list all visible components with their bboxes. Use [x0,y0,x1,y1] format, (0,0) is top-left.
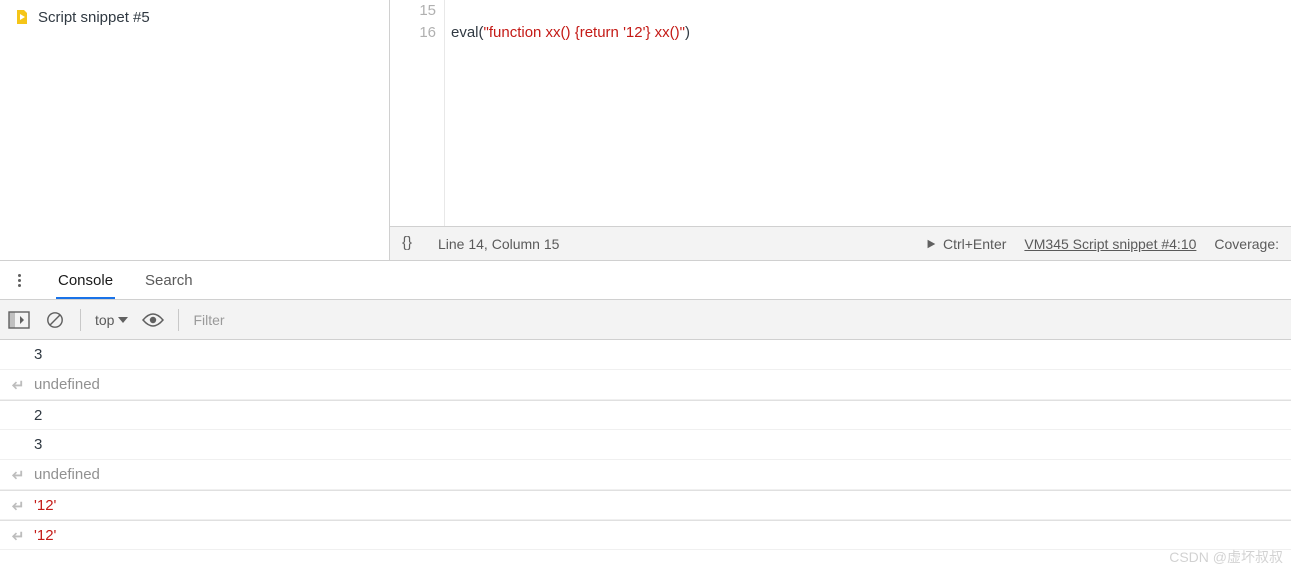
console-value: undefined [32,466,100,483]
console-row: undefined [0,370,1291,400]
show-sidebar-icon[interactable] [8,309,30,331]
console-row: 3 [0,340,1291,370]
return-arrow-icon [8,378,26,391]
watermark: CSDN @虚坏叔叔 [1169,547,1283,567]
snippet-file-icon [14,9,30,25]
drawer-tabs: Console Search [0,260,1291,300]
context-selector[interactable]: top [95,312,128,328]
console-value: '12' [32,497,56,514]
code-editor[interactable]: 1516 eval("function xx() {return '12'} x… [390,0,1291,226]
snippet-file-item[interactable]: Script snippet #5 [0,4,389,30]
console-row: '12' [0,490,1291,520]
filter-input[interactable] [193,306,1283,334]
editor-panel: 1516 eval("function xx() {return '12'} x… [390,0,1291,260]
return-arrow-icon [8,499,26,512]
console-row: '12' [0,520,1291,550]
more-tabs-icon[interactable] [10,274,28,287]
cursor-position: Line 14, Column 15 [438,236,559,252]
tab-search[interactable]: Search [143,262,195,299]
snippet-file-label: Script snippet #5 [38,9,150,26]
editor-statusbar: {} Line 14, Column 15 Ctrl+Enter VM345 S… [390,226,1291,260]
console-value: undefined [32,376,100,393]
line-gutter: 1516 [390,0,445,226]
clear-console-icon[interactable] [44,309,66,331]
console-row: 3 [0,430,1291,460]
svg-text:{}: {} [402,234,412,251]
tab-console[interactable]: Console [56,262,115,299]
return-arrow-icon [8,529,26,542]
console-row: 2 [0,400,1291,430]
return-arrow-icon [8,468,26,481]
coverage-label: Coverage: [1214,236,1279,252]
source-link[interactable]: VM345 Script snippet #4:10 [1024,236,1196,252]
console-value: 3 [32,436,42,453]
console-row: undefined [0,460,1291,490]
run-hint[interactable]: Ctrl+Enter [925,236,1006,252]
console-value: 3 [32,346,42,363]
chevron-down-icon [118,317,128,323]
code-content: eval("function xx() {return '12'} xx()") [445,0,690,226]
console-value: '12' [32,527,56,544]
pretty-print-icon[interactable]: {} [402,233,420,254]
snippet-sidebar: Script snippet #5 [0,0,390,260]
console-value: 2 [32,407,42,424]
console-output: 3 undefined 2 3 undefined '12' '12' [0,340,1291,550]
toolbar-divider [80,309,81,331]
toolbar-divider [178,309,179,331]
console-toolbar: top [0,300,1291,340]
live-expression-icon[interactable] [142,309,164,331]
